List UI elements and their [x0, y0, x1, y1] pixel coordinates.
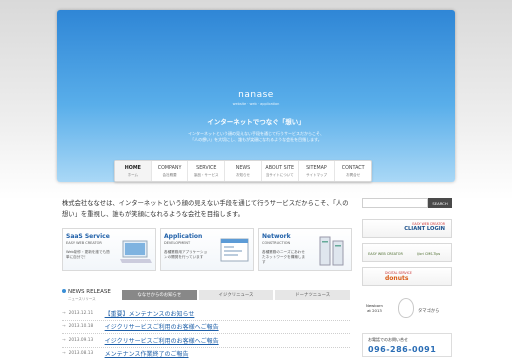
news-date: 2013.09.13 [68, 337, 94, 343]
intro-line: 想い」を重視し、誰もが笑顔になれるような会社を目指します。 [62, 211, 244, 218]
tab-ijicri-news[interactable]: イジクリニュース [198, 290, 274, 300]
service-card-network[interactable]: Network CONSTRUCTION 各種業務のニーズにあわせたネットワーク… [258, 228, 352, 271]
ijicri-label: EASY WEB CREATOR [368, 252, 403, 256]
intro-text: 株式会社ななせは、インターネットという顔の見えない手段を通じて行うサービスだから… [62, 198, 350, 220]
news-header: NEWS RELEASE ニュースリリース [62, 289, 111, 302]
intro-line: 株式会社ななせは、インターネットという顔の見えない手段を通じて行うサービスだから… [62, 200, 349, 207]
nav-label: CONTACT [341, 166, 365, 171]
arrow-right-icon: → [62, 324, 66, 330]
newborn-widget[interactable]: Newborn at 2013 タマゴから [362, 294, 452, 324]
nav-sublabel: お知らせ [236, 173, 250, 177]
news-item: → 2013.08.13 メンテナンス作業終了のご報告 [62, 348, 350, 358]
ijicri-banner: EASY WEB CREATOR Ijicri CMS-Tips [362, 243, 452, 262]
nav-label: HOME [124, 166, 141, 171]
news-date: 2013.08.13 [68, 351, 94, 357]
news-title: NEWS RELEASE [62, 289, 111, 295]
news-link[interactable]: メンテナンス作業終了のご報告 [105, 349, 189, 358]
nav-label: SITEMAP [306, 166, 327, 171]
news-date: 2013.10.18 [68, 324, 94, 330]
phone-label: お電話でのお問い合せ [368, 337, 408, 342]
tab-nanase-news[interactable]: ななせからのお知らせ [122, 290, 197, 300]
phone-contact: お電話でのお問い合せ 096-286-0091 [362, 333, 452, 357]
nav-label: SERVICE [196, 166, 217, 171]
nav-item-service[interactable]: SERVICE 製品・サービス [188, 161, 226, 181]
client-login-banner[interactable]: EASY WEB CREATOR CLIANT LOGIN [362, 219, 452, 238]
news-item: → 2013.09.13 イジクリサービスご利用のお客様へご報告 [62, 334, 350, 348]
nav-item-about-site[interactable]: ABOUT SITE 当サイトについて [262, 161, 299, 181]
site-logo[interactable]: nanase [57, 90, 455, 100]
nav-sublabel: 会社概要 [162, 173, 177, 177]
hero-catchphrase: インターネットでつなぐ「想い」 [207, 118, 305, 126]
search-input[interactable] [362, 198, 428, 208]
cms-tips-banner-link[interactable]: Ijicri CMS-Tips [409, 246, 448, 259]
arrow-right-icon: → [62, 337, 66, 343]
newborn-year: at 2013 [367, 308, 382, 313]
news-link[interactable]: イジクリサービスご利用のお客様へご報告 [105, 336, 219, 345]
search-button[interactable]: SEARCH [428, 198, 452, 208]
nav-label: ABOUT SITE [265, 166, 295, 171]
service-card-saas[interactable]: SaaS Service EASY WEB CREATOR Web制作・更新を誰… [62, 228, 156, 271]
site-search: SEARCH [362, 198, 452, 208]
nav-item-sitemap[interactable]: SITEMAP サイトマップ [299, 161, 336, 181]
nav-label: NEWS [235, 166, 251, 171]
news-tabs: ななせからのお知らせ イジクリニュース ドーナツニュース [122, 290, 351, 300]
service-description: 各種業務のニーズにあわせたネットワークを構築します [262, 250, 306, 264]
nav-item-home[interactable]: HOME ホーム [115, 161, 152, 181]
bullet-icon [62, 289, 66, 293]
cms-tips-label: Ijicri CMS-Tips [416, 252, 441, 256]
phone-number[interactable]: 096-286-0091 [368, 345, 446, 354]
server-icon [319, 236, 344, 266]
newborn-label: Newborn at 2013 [366, 303, 383, 313]
news-subtitle: ニュースリリース [68, 297, 96, 301]
banner-title: CLIANT LOGIN [404, 226, 445, 232]
news-list: → 2013.12.11 【重要】メンテナンスのお知らせ → 2013.10.1… [62, 307, 350, 358]
application-window-icon [220, 238, 249, 262]
nav-item-company[interactable]: COMPANY 会社概要 [152, 161, 189, 181]
ijicri-banner-link[interactable]: EASY WEB CREATOR [366, 246, 405, 259]
global-nav: HOME ホーム COMPANY 会社概要 SERVICE 製品・サービス NE… [114, 160, 372, 182]
nav-sublabel: ホーム [127, 173, 139, 177]
service-cards: SaaS Service EASY WEB CREATOR Web制作・更新を誰… [62, 228, 352, 271]
arrow-right-icon: → [62, 351, 66, 357]
nav-sublabel: 当サイトについて [265, 173, 294, 177]
nav-label: COMPANY [157, 166, 182, 171]
service-description: 各種業務用アプリケーションの開発を行っています [164, 250, 208, 259]
laptop-icon [120, 240, 152, 263]
nav-sublabel: 製品・サービス [194, 173, 219, 177]
hero-description: インターネットという顔の見えない手段を通じて行うサービスだからこそ、 「人の想い… [57, 131, 455, 143]
service-card-application[interactable]: Application DEVELOPMENT 各種業務用アプリケーションの開発… [160, 228, 254, 271]
news-link[interactable]: 【重要】メンテナンスのお知らせ [105, 309, 195, 318]
tab-donuts-news[interactable]: ドーナツニュース [275, 290, 351, 300]
site-logo-subtitle: website · web · application [232, 102, 280, 106]
egg-icon [398, 298, 414, 318]
news-date: 2013.12.11 [68, 310, 94, 316]
banner-title: donuts [385, 275, 409, 282]
news-item: → 2013.12.11 【重要】メンテナンスのお知らせ [62, 307, 350, 321]
news-link[interactable]: イジクリサービスご利用のお客様へご報告 [105, 322, 219, 331]
donuts-banner[interactable]: DIGITAL SERVICE donuts [362, 267, 452, 286]
tamago-text: タマゴから [418, 309, 440, 314]
service-description: Web制作・更新を誰でも簡単に自分で！ [66, 250, 110, 259]
hero-banner: nanase website · web · application インターネ… [57, 10, 455, 182]
arrow-right-icon: → [62, 310, 66, 316]
news-item: → 2013.10.18 イジクリサービスご利用のお客様へご報告 [62, 321, 350, 334]
hero-description-line: 「人の想い」を大切にし、誰もが笑顔になれるような会社を目指します。 [190, 137, 322, 142]
nav-sublabel: お問合せ [346, 173, 361, 177]
nav-item-news[interactable]: NEWS お知らせ [225, 161, 262, 181]
nav-item-contact[interactable]: CONTACT お問合せ [335, 161, 371, 181]
nav-sublabel: サイトマップ [305, 173, 327, 177]
news-title-text: NEWS RELEASE [68, 289, 111, 295]
